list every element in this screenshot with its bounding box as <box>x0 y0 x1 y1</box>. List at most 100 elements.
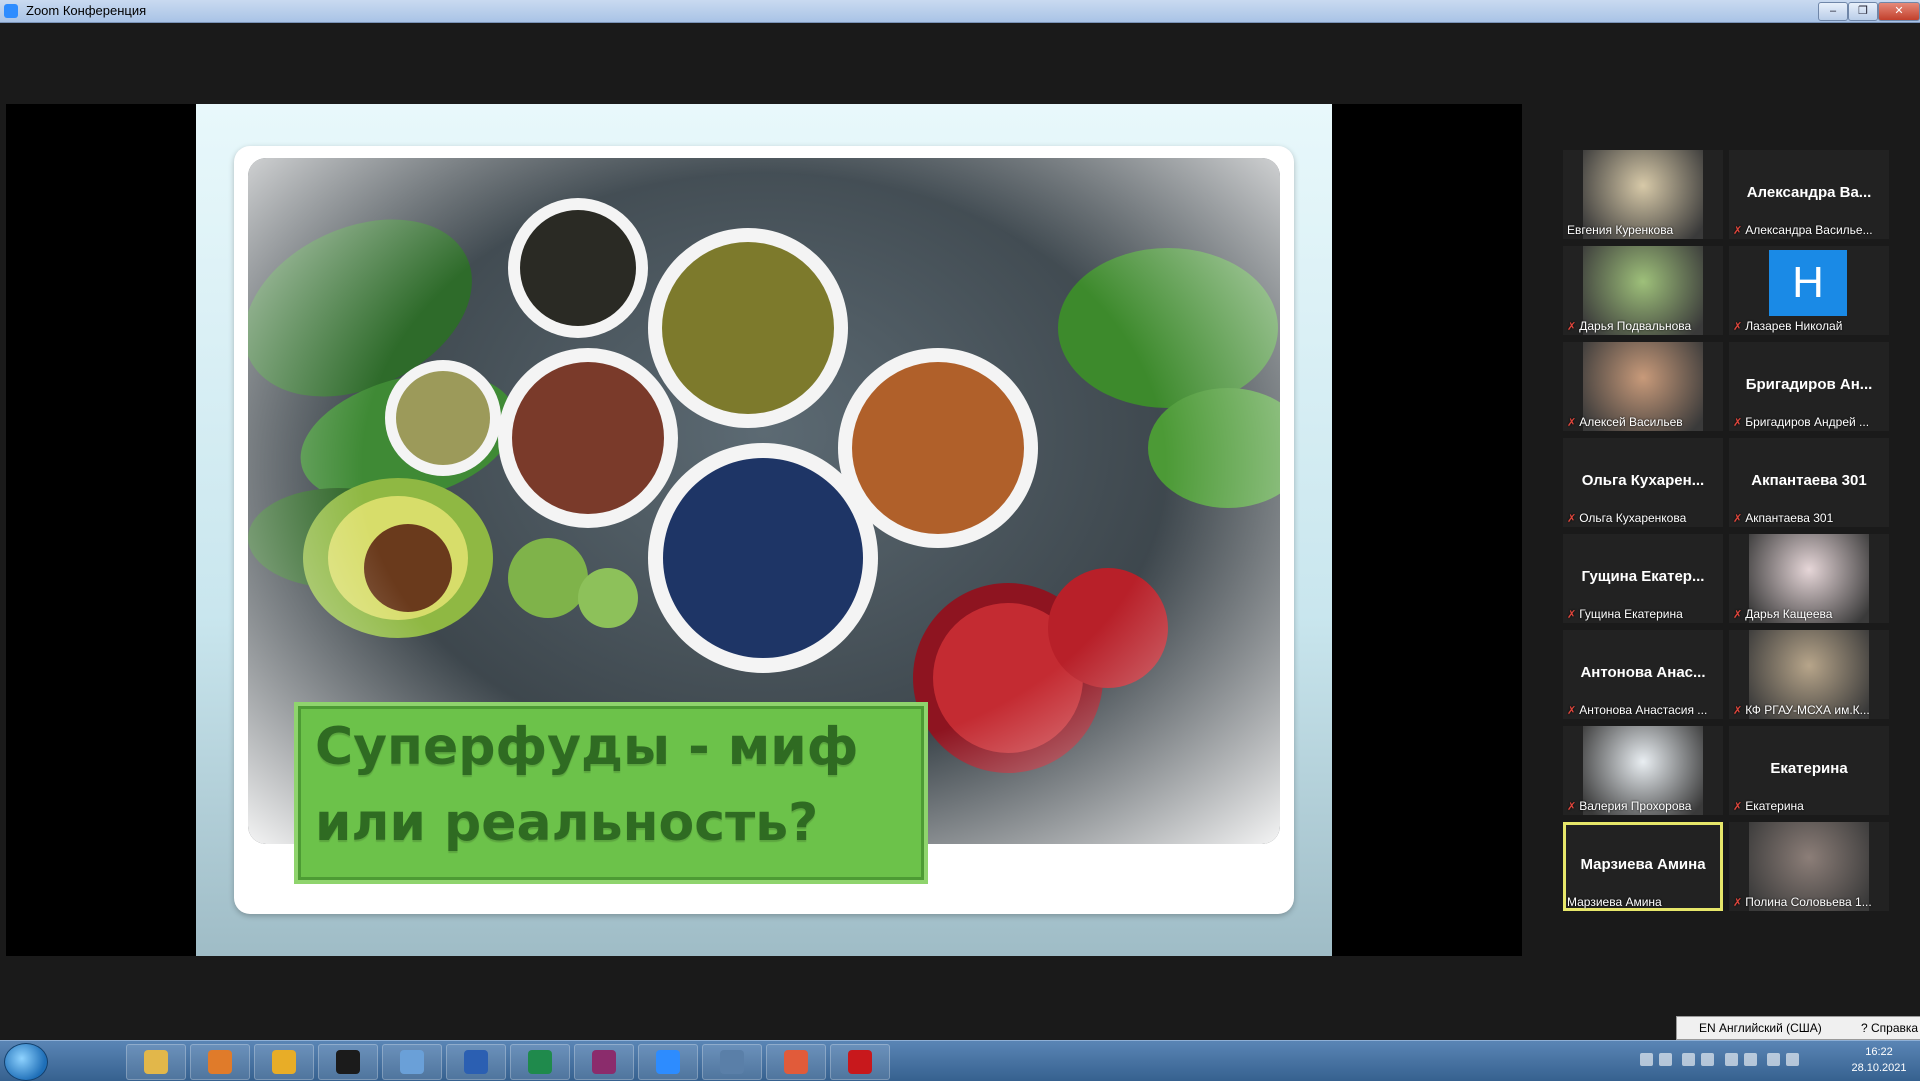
mic-muted-icon: ✗ <box>1733 609 1743 621</box>
participant-tile[interactable]: ✗ Дарья Кащеева <box>1729 534 1889 623</box>
participant-name-label: ✗ Полина Соловьева 1... <box>1733 895 1885 909</box>
taskbar-app-button[interactable] <box>638 1044 698 1080</box>
close-button[interactable]: ✕ <box>1878 2 1920 21</box>
tray-icon[interactable] <box>1767 1053 1781 1066</box>
participant-tile[interactable]: Евгения Куренкова <box>1563 150 1723 239</box>
taskbar-app-button[interactable] <box>446 1044 506 1080</box>
tray-icon[interactable] <box>1640 1053 1653 1066</box>
taskbar-app-icon <box>528 1050 552 1074</box>
taskbar-app-button[interactable] <box>830 1044 890 1080</box>
participant-display-name: Марзиева Амина <box>1580 856 1706 873</box>
participant-tile[interactable]: Антонова Анас... ✗ Антонова Анастасия ... <box>1563 630 1723 719</box>
participant-tile[interactable]: Екатерина ✗ Екатерина <box>1729 726 1889 815</box>
taskbar-app-icon <box>784 1050 808 1074</box>
participant-name-label: ✗ Акпантаева 301 <box>1733 511 1885 525</box>
participant-tile[interactable]: Гущина Екатер... ✗ Гущина Екатерина <box>1563 534 1723 623</box>
taskbar-app-icon <box>400 1050 424 1074</box>
window-titlebar: Zoom Конференция – ❐ ✕ <box>0 0 1920 23</box>
participant-display-name: Гущина Екатер... <box>1581 568 1705 585</box>
participant-name-label: ✗ Бригадиров Андрей ... <box>1733 415 1885 429</box>
clock[interactable]: 16:22 28.10.2021 <box>1846 1044 1912 1076</box>
taskbar-app-button[interactable] <box>190 1044 250 1080</box>
taskbar-app-button[interactable] <box>510 1044 570 1080</box>
tray-icon[interactable] <box>1659 1053 1672 1066</box>
participant-name-label: ✗ Алексей Васильев <box>1567 415 1719 429</box>
minimize-button[interactable]: – <box>1818 2 1848 21</box>
participant-name: Бригадиров Андрей ... <box>1745 415 1870 429</box>
participant-display-name: Екатерина <box>1770 760 1848 777</box>
participant-display-name: Акпантаева 301 <box>1751 472 1867 489</box>
participant-name: Дарья Кащеева <box>1745 607 1833 621</box>
participant-tile[interactable]: ✗ КФ РГАУ-МСХА им.К... <box>1729 630 1889 719</box>
taskbar-app-icon <box>272 1050 296 1074</box>
taskbar-app-button[interactable] <box>574 1044 634 1080</box>
taskbar-app-icon <box>336 1050 360 1074</box>
taskbar-app-button[interactable] <box>126 1044 186 1080</box>
slide-title-line2: или реальность? <box>315 793 819 853</box>
tray-icon[interactable] <box>1724 1053 1738 1066</box>
taskbar-app-icon <box>464 1050 488 1074</box>
language-bar[interactable]: EN Английский (США) ? Справка <box>1676 1016 1920 1040</box>
participant-tile[interactable]: Ольга Кухарен... ✗ Ольга Кухаренкова <box>1563 438 1723 527</box>
participant-display-name: Александра Ва... <box>1746 184 1872 201</box>
participant-tile[interactable]: Н ✗ Лазарев Николай <box>1729 246 1889 335</box>
participant-gallery[interactable]: Евгения Куренкова Александра Ва... ✗ Алекса… <box>1563 150 1893 916</box>
participant-name-label: ✗ Антонова Анастасия ... <box>1567 703 1719 717</box>
participant-name-label: ✗ Валерия Прохорова <box>1567 799 1719 813</box>
participant-name: Александра Василье... <box>1745 223 1873 237</box>
participant-display-name: Бригадиров Ан... <box>1745 376 1873 393</box>
taskbar-app-icon <box>656 1050 680 1074</box>
participant-name-label: ✗ КФ РГАУ-МСХА им.К... <box>1733 703 1885 717</box>
participant-name: Марзиева Амина <box>1567 895 1662 909</box>
slide-frame: Суперфуды - миф или реальность? <box>234 146 1294 914</box>
restore-button[interactable]: ❐ <box>1848 2 1878 21</box>
participant-tile[interactable]: ✗ Полина Соловьева 1... <box>1729 822 1889 911</box>
participant-tile[interactable]: ✗ Валерия Прохорова <box>1563 726 1723 815</box>
participant-tile[interactable]: Бригадиров Ан... ✗ Бригадиров Андрей ... <box>1729 342 1889 431</box>
participant-name-label: ✗ Александра Василье... <box>1733 223 1885 237</box>
taskbar-app-button[interactable] <box>254 1044 314 1080</box>
taskbar-app-icon <box>208 1050 232 1074</box>
taskbar-app-button[interactable] <box>702 1044 762 1080</box>
volume-icon[interactable] <box>1786 1053 1800 1066</box>
participant-tile[interactable]: Акпантаева 301 ✗ Акпантаева 301 <box>1729 438 1889 527</box>
participant-name: Евгения Куренкова <box>1567 223 1674 237</box>
tray-icon[interactable] <box>1682 1053 1696 1066</box>
taskbar-app-button[interactable] <box>382 1044 442 1080</box>
language-indicator[interactable]: EN Английский (США) <box>1699 1021 1822 1035</box>
mic-muted-icon: ✗ <box>1733 705 1743 717</box>
mic-muted-icon: ✗ <box>1567 609 1577 621</box>
mic-muted-icon: ✗ <box>1733 321 1743 333</box>
participant-tile[interactable]: Александра Ва... ✗ Александра Василье... <box>1729 150 1889 239</box>
tray-icon[interactable] <box>1743 1053 1757 1066</box>
taskbar-app-icon <box>592 1050 616 1074</box>
participant-name-label: Марзиева Амина <box>1567 895 1719 909</box>
participant-name: Акпантаева 301 <box>1745 511 1834 525</box>
mic-muted-icon: ✗ <box>1733 513 1743 525</box>
participant-name: Полина Соловьева 1... <box>1745 895 1872 909</box>
taskbar-app-icon <box>720 1050 744 1074</box>
taskbar: 16:22 28.10.2021 <box>0 1040 1920 1081</box>
clock-date: 28.10.2021 <box>1851 1062 1907 1074</box>
participant-tile[interactable]: ✗ Дарья Подвальнова <box>1563 246 1723 335</box>
participant-tile[interactable]: ✗ Алексей Васильев <box>1563 342 1723 431</box>
participant-tile[interactable]: Марзиева Амина Марзиева Амина <box>1563 822 1723 911</box>
mic-muted-icon: ✗ <box>1733 801 1743 813</box>
participant-name: Екатерина <box>1745 799 1804 813</box>
start-button[interactable] <box>4 1043 48 1081</box>
help-button[interactable]: ? Справка <box>1861 1017 1918 1039</box>
participant-display-name: Ольга Кухарен... <box>1581 472 1705 489</box>
participant-name: КФ РГАУ-МСХА им.К... <box>1745 703 1870 717</box>
participant-name-label: ✗ Гущина Екатерина <box>1567 607 1719 621</box>
taskbar-app-icon <box>848 1050 872 1074</box>
mic-muted-icon: ✗ <box>1567 801 1577 813</box>
zoom-app-icon <box>4 4 18 18</box>
participant-display-name: Антонова Анас... <box>1580 664 1706 681</box>
slide-title-line1: Суперфуды - миф <box>315 717 859 777</box>
tray-icon[interactable] <box>1701 1053 1715 1066</box>
taskbar-app-button[interactable] <box>766 1044 826 1080</box>
system-tray[interactable] <box>1640 1053 1860 1069</box>
taskbar-app-button[interactable] <box>318 1044 378 1080</box>
slide-title-box: Суперфуды - миф или реальность? <box>298 706 924 880</box>
participant-name-label: ✗ Екатерина <box>1733 799 1885 813</box>
